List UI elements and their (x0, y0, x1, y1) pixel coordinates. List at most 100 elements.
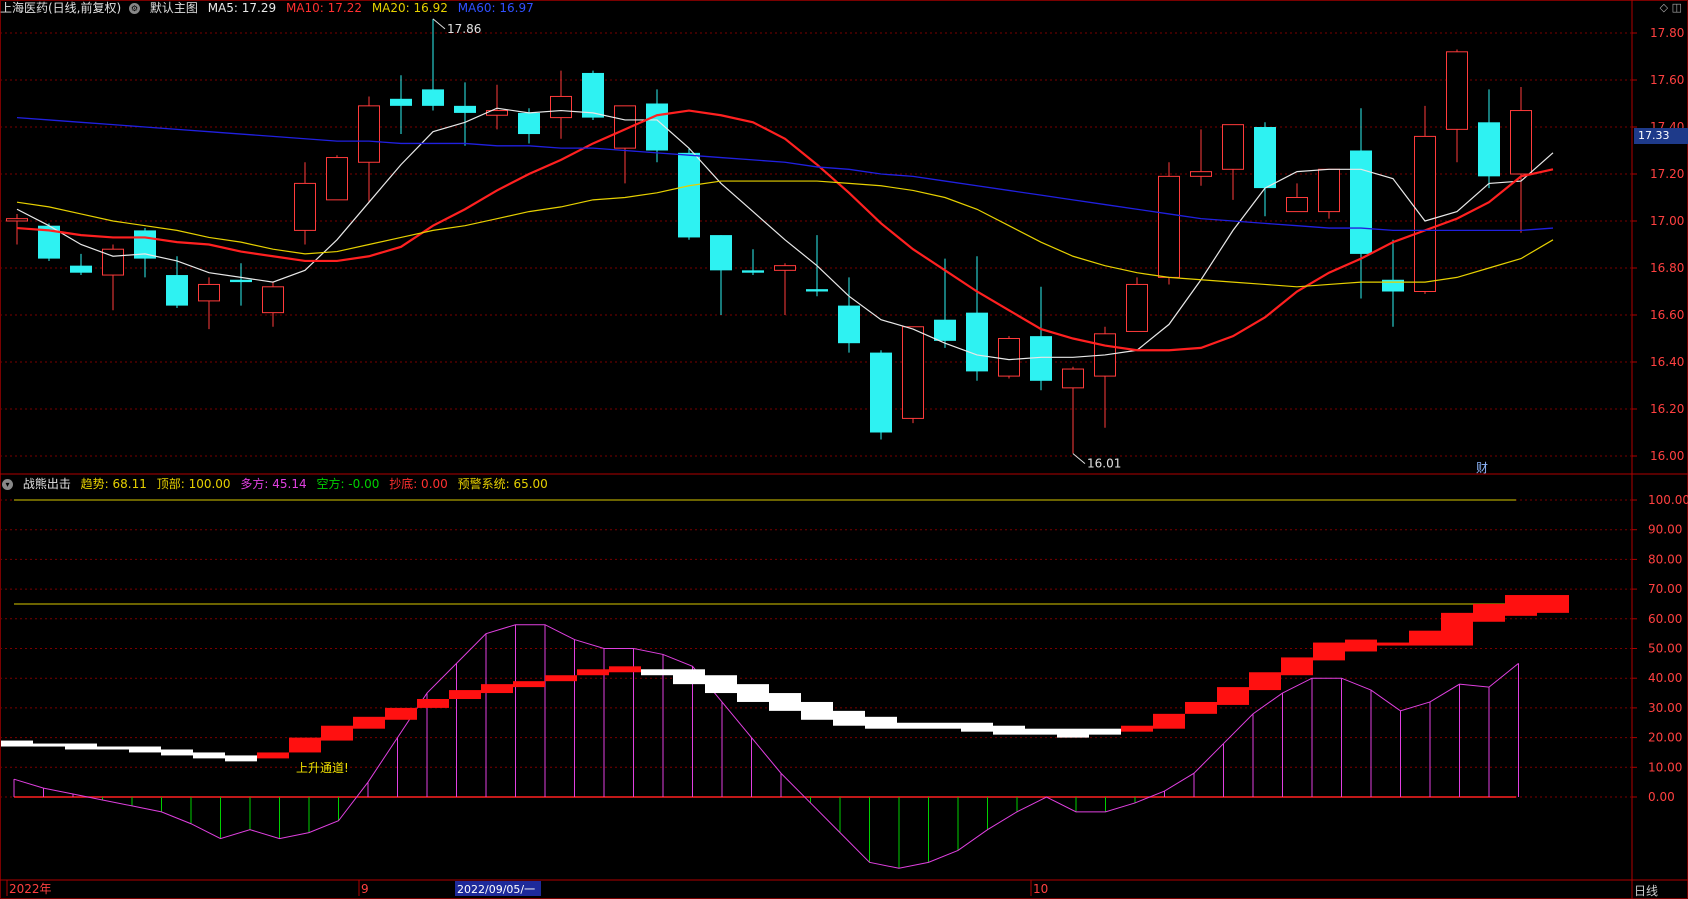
trend-block (1377, 642, 1409, 646)
candle-body-down (1478, 122, 1500, 177)
price-tick-label: 16.00 (1650, 449, 1684, 463)
time-label: 10 (1033, 882, 1048, 896)
trend-block (1313, 642, 1345, 661)
candle-body-down (230, 279, 252, 283)
trend-block (705, 675, 737, 694)
indicator-tick-label: 0.00 (1648, 790, 1675, 804)
trend-block (385, 707, 417, 720)
ma5-line (16, 107, 1554, 361)
trend-block (865, 716, 897, 729)
indicator-tick-label: 100.00 (1648, 493, 1688, 507)
candle-body-down (742, 270, 764, 273)
candle-body-up (1510, 110, 1532, 175)
trend-block (641, 669, 673, 676)
trend-block (609, 666, 641, 673)
candle-body-up (1222, 124, 1244, 170)
trend-block (929, 722, 961, 729)
trend-block (1345, 639, 1377, 652)
bull-value: 多方: 45.14 (240, 477, 307, 491)
candle-body-up (1286, 197, 1308, 213)
trend-block (1281, 657, 1313, 676)
bear-value: 空方: -0.00 (316, 477, 380, 491)
annotation-leader (1072, 453, 1086, 465)
candle-body-down (166, 275, 188, 306)
price-tick-label: 16.20 (1650, 402, 1684, 416)
candle-body-up (198, 283, 220, 302)
trend-block (961, 722, 993, 732)
candle-body-down (966, 312, 988, 372)
time-label: 9 (361, 882, 369, 896)
candle-body-down (934, 319, 956, 341)
candle-body-down (422, 89, 444, 106)
trend-block (257, 752, 289, 759)
indicator-tick-label: 80.00 (1648, 552, 1682, 566)
trend-block (545, 675, 577, 682)
candle-body-down (678, 152, 700, 238)
candle-body-down (838, 305, 860, 344)
chart-canvas: 17.8017.6017.4017.2017.0016.8016.6016.40… (0, 0, 1688, 899)
overlay-label[interactable]: 默认主图 (150, 1, 198, 15)
indicator-title[interactable]: 战熊出击 (23, 477, 71, 491)
trend-block (1505, 595, 1537, 616)
current-price-tag: 17.33 (1634, 128, 1688, 144)
trend-block (289, 737, 321, 753)
candle-body-up (902, 326, 924, 419)
candle-body-up (262, 286, 284, 314)
trend-block (833, 710, 865, 726)
trend-block (993, 725, 1025, 735)
annotation-label: 17.86 (447, 22, 481, 36)
candle-body-down (870, 352, 892, 433)
candle-body-up (774, 265, 796, 271)
bottom-value: 抄底: 0.00 (389, 477, 448, 491)
event-marker: 财 (1476, 461, 1488, 475)
trend-block (1089, 728, 1121, 735)
trend-block (1121, 725, 1153, 732)
candle-body-up (1126, 283, 1148, 332)
ma60-label: MA60: 16.97 (457, 1, 534, 15)
candle-body-down (1350, 150, 1372, 254)
trend-block (417, 698, 449, 708)
trend-block (673, 669, 705, 685)
candle-body-up (358, 105, 380, 163)
candle-body-down (518, 112, 540, 135)
indicator-tick-label: 20.00 (1648, 731, 1682, 745)
trend-block (1217, 687, 1249, 705)
period-label[interactable]: 日线 (1634, 882, 1658, 899)
window-controls-icon[interactable]: ◇ ◫ (1660, 1, 1682, 14)
trend-block (1, 740, 33, 747)
price-tick-label: 16.80 (1650, 261, 1684, 275)
trend-block (193, 752, 225, 759)
candle-body-down (390, 98, 412, 106)
trend-block (97, 746, 129, 750)
candle-body-up (326, 157, 348, 201)
trend-value: 趋势: 68.11 (80, 477, 147, 491)
settings-icon[interactable]: ⚙ (129, 3, 141, 14)
trend-block (353, 716, 385, 729)
trend-block (737, 684, 769, 702)
indicator-tick-label: 50.00 (1648, 642, 1682, 656)
indicator-tick-label: 90.00 (1648, 523, 1682, 537)
channel-annotation: 上升通道! (296, 761, 349, 775)
indicator-tick-label: 40.00 (1648, 671, 1682, 685)
candle-body-down (1030, 336, 1052, 381)
trend-block (1153, 713, 1185, 729)
stock-title: 上海医药(日线,前复权) (0, 1, 122, 15)
indicator-tick-label: 60.00 (1648, 612, 1682, 626)
price-tick-label: 17.60 (1650, 73, 1684, 87)
chevron-down-icon[interactable]: ▾ (2, 479, 13, 490)
trend-block (321, 725, 353, 741)
trend-block (449, 690, 481, 699)
candle-body-up (1446, 51, 1468, 130)
ma10-label: MA10: 17.22 (285, 1, 362, 15)
candle-body-down (454, 105, 476, 113)
trend-block (1537, 595, 1569, 613)
candle-body-up (998, 338, 1020, 377)
date-label: 2022/09/05/一 (457, 883, 535, 896)
candle-body-down (710, 235, 732, 271)
price-tick-label: 17.20 (1650, 167, 1684, 181)
price-tick-label: 17.80 (1650, 26, 1684, 40)
indicator-header: ▾ 战熊出击 趋势: 68.11 顶部: 100.00 多方: 45.14 空方… (0, 476, 554, 492)
trend-block (161, 749, 193, 756)
candle-body-up (1158, 175, 1180, 278)
top-value: 顶部: 100.00 (156, 477, 231, 491)
